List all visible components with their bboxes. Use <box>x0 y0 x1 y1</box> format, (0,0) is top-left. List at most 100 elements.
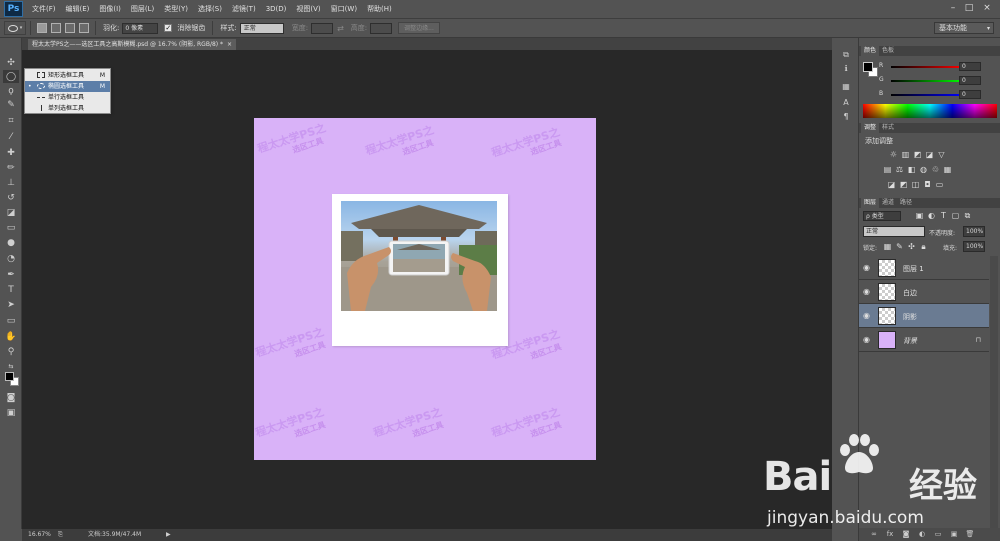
antialias-checkbox[interactable]: ✓ <box>164 24 173 32</box>
menu-type[interactable]: 类型(Y) <box>159 4 193 14</box>
quick-selection-tool-icon[interactable]: ✎ <box>3 98 19 111</box>
gradient-tool-icon[interactable]: ▭ <box>3 221 19 234</box>
flyout-item-rectangular-marquee[interactable]: 矩形选框工具 M <box>25 70 110 81</box>
character-panel-icon[interactable]: A <box>839 98 853 110</box>
color-balance-icon[interactable]: ⚖ <box>895 165 904 174</box>
layer-row[interactable]: ◉ 背景 ⊓ <box>859 328 989 352</box>
width-input[interactable] <box>311 22 334 34</box>
path-selection-tool-icon[interactable]: ➤ <box>3 298 19 311</box>
lock-pixels-icon[interactable]: ✎ <box>895 242 904 251</box>
menu-filter[interactable]: 滤镜(T) <box>227 4 261 14</box>
share-icon[interactable]: ⎘ <box>58 529 63 541</box>
foreground-color-swatch[interactable] <box>863 62 873 72</box>
levels-icon[interactable]: ▥ <box>901 150 910 159</box>
eraser-tool-icon[interactable]: ◪ <box>3 206 19 219</box>
new-selection-icon[interactable] <box>37 23 47 33</box>
new-layer-icon[interactable]: ▣ <box>949 530 959 539</box>
red-value-input[interactable]: 0 <box>959 62 981 71</box>
blur-tool-icon[interactable]: ● <box>3 236 19 249</box>
lasso-tool-icon[interactable]: ϙ <box>3 84 19 97</box>
crop-tool-icon[interactable]: ⌗ <box>3 114 19 127</box>
document-canvas[interactable]: 程太太学PS之 选区工具 程太太学PS之 选区工具 程太太学PS之 选区工具 程… <box>254 118 596 460</box>
menu-help[interactable]: 帮助(H) <box>362 4 397 14</box>
tab-layers[interactable]: 图层 <box>861 198 880 208</box>
screen-mode-icon[interactable]: ▣ <box>3 406 19 419</box>
brightness-icon[interactable]: ☼ <box>889 150 898 159</box>
clone-stamp-tool-icon[interactable]: ⊥ <box>3 176 19 189</box>
menu-image[interactable]: 图像(I) <box>94 4 126 14</box>
channel-mixer-icon[interactable]: ♲ <box>931 165 940 174</box>
group-layers-icon[interactable]: ▭ <box>933 530 943 539</box>
blue-value-input[interactable]: 0 <box>959 90 981 99</box>
history-panel-icon[interactable]: ⧉ <box>839 50 853 62</box>
photo-filter-icon[interactable]: ◍ <box>919 165 928 174</box>
lock-position-icon[interactable]: ✣ <box>907 242 916 251</box>
green-value-input[interactable]: 0 <box>959 76 981 85</box>
vibrance-icon[interactable]: ▽ <box>937 150 946 159</box>
eyedropper-tool-icon[interactable]: ⁄ <box>3 130 19 143</box>
flyout-item-single-column-marquee[interactable]: 单列选框工具 <box>25 103 110 114</box>
filter-smart-object-icon[interactable]: ⧉ <box>963 211 972 220</box>
zoom-level[interactable]: 16.67% <box>28 529 51 541</box>
filter-type-icon[interactable]: T <box>939 211 948 220</box>
tab-styles[interactable]: 样式 <box>879 123 897 133</box>
hue-saturation-icon[interactable]: ▤ <box>883 165 892 174</box>
properties-panel-icon[interactable]: ℹ <box>839 64 853 76</box>
intersect-selection-icon[interactable] <box>79 23 89 33</box>
dodge-tool-icon[interactable]: ◔ <box>3 252 19 265</box>
pen-tool-icon[interactable]: ✒ <box>3 268 19 281</box>
workspace-select[interactable]: 基本功能 ▾ <box>934 22 994 34</box>
gradient-map-icon[interactable]: ▭ <box>935 180 944 189</box>
red-slider[interactable] <box>891 66 963 68</box>
close-tab-icon[interactable]: × <box>227 41 232 48</box>
tab-paths[interactable]: 路径 <box>897 198 915 208</box>
foreground-color-swatch[interactable] <box>5 372 14 381</box>
menu-select[interactable]: 选择(S) <box>193 4 227 14</box>
tab-color[interactable]: 颜色 <box>861 46 880 56</box>
layer-style-icon[interactable]: fx <box>885 530 895 539</box>
filter-adjustment-icon[interactable]: ◐ <box>927 211 936 220</box>
color-spectrum[interactable] <box>863 104 997 118</box>
menu-file[interactable]: 文件(F) <box>27 4 61 14</box>
refine-edge-button[interactable]: 调整边缘... <box>398 22 440 34</box>
healing-brush-tool-icon[interactable]: ✚ <box>3 146 19 159</box>
canvas-area[interactable]: 程太太学PS之 选区工具 程太太学PS之 选区工具 程太太学PS之 选区工具 程… <box>22 50 832 529</box>
fill-input[interactable]: 100% <box>963 241 985 252</box>
menu-view[interactable]: 视图(V) <box>291 4 325 14</box>
link-layers-icon[interactable]: ∞ <box>869 530 879 539</box>
hand-tool-icon[interactable]: ✋ <box>3 330 19 343</box>
elliptical-marquee-tool-icon[interactable]: ◯ <box>3 70 19 83</box>
flyout-item-elliptical-marquee[interactable]: • 椭圆选框工具 M <box>25 81 110 92</box>
status-menu-arrow-icon[interactable]: ▶ <box>166 529 171 541</box>
add-selection-icon[interactable] <box>51 23 61 33</box>
tab-adjustments[interactable]: 调整 <box>861 123 880 133</box>
threshold-icon[interactable]: ◫ <box>911 180 920 189</box>
move-tool-icon[interactable]: ✣ <box>3 56 19 69</box>
lock-transparent-icon[interactable]: ▦ <box>883 242 892 251</box>
delete-layer-icon[interactable]: 🗑︎ <box>965 530 975 539</box>
history-brush-tool-icon[interactable]: ↺ <box>3 191 19 204</box>
eye-icon[interactable]: ◉ <box>863 287 870 296</box>
tool-preset-picker[interactable]: ▾ <box>4 21 26 35</box>
document-tab[interactable]: 程太太学PS之——选区工具之高斯模糊.psd @ 16.7% (阴影, RGB/… <box>28 39 237 50</box>
style-select[interactable]: 正常 <box>239 22 284 34</box>
eye-icon[interactable]: ◉ <box>863 263 870 272</box>
adjustment-layer-icon[interactable]: ◐ <box>917 530 927 539</box>
layer-row[interactable]: ◉ 阴影 <box>859 304 989 328</box>
paragraph-panel-icon[interactable]: ¶ <box>839 112 853 124</box>
filter-shape-icon[interactable]: ▢ <box>951 211 960 220</box>
tab-swatches[interactable]: 色板 <box>879 46 897 56</box>
restore-icon[interactable]: □ <box>962 2 976 14</box>
layer-mask-icon[interactable]: ◙ <box>901 530 911 539</box>
filter-pixel-icon[interactable]: ▣ <box>915 211 924 220</box>
minimize-icon[interactable]: – <box>946 2 960 14</box>
selective-color-icon[interactable]: ◘ <box>923 180 932 189</box>
opacity-input[interactable]: 100% <box>963 226 985 237</box>
layer-row[interactable]: ◉ 白边 <box>859 280 989 304</box>
tab-channels[interactable]: 通道 <box>879 198 897 208</box>
zoom-tool-icon[interactable]: ⚲ <box>3 345 19 358</box>
type-tool-icon[interactable]: T <box>3 283 19 296</box>
posterize-icon[interactable]: ◩ <box>899 180 908 189</box>
brush-tool-icon[interactable]: ✏ <box>3 161 19 174</box>
height-input[interactable] <box>370 22 393 34</box>
